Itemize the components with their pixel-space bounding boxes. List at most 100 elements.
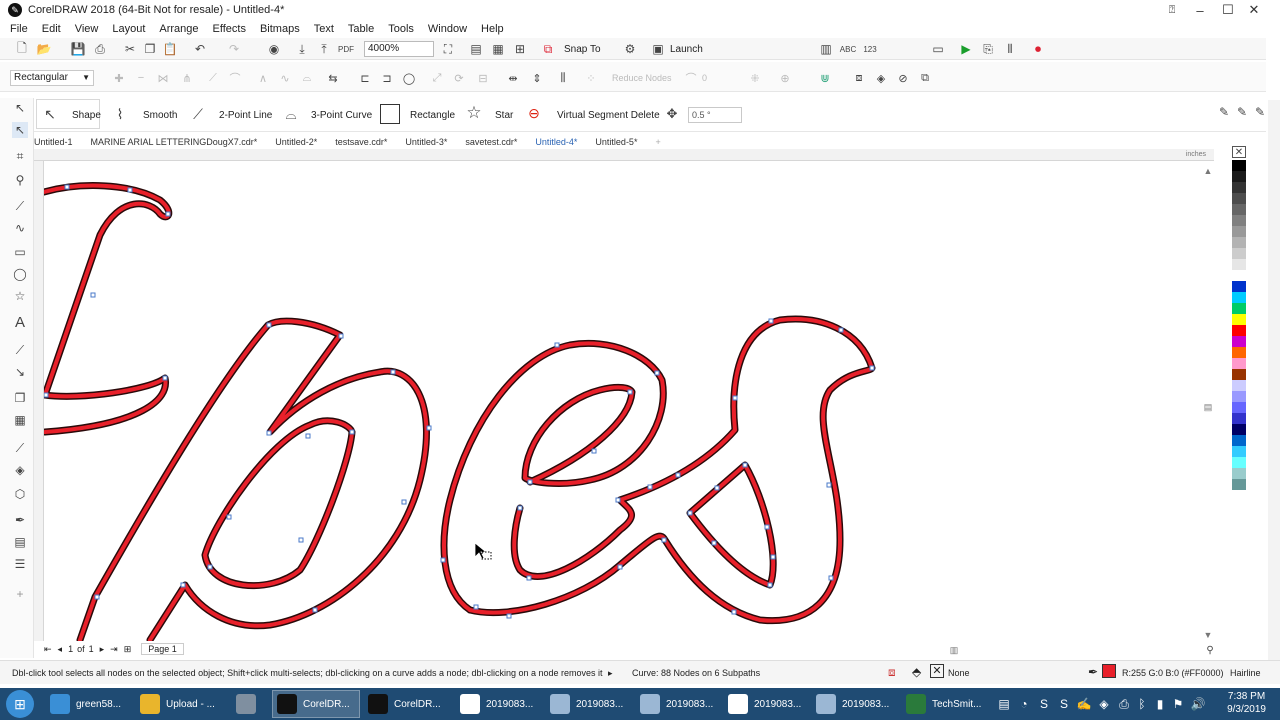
curve-node[interactable] — [828, 575, 834, 581]
curve-node[interactable] — [661, 537, 667, 543]
virtual-segment-delete-icon[interactable]: ⊖ — [526, 105, 542, 121]
first-page-icon[interactable]: ⇤ — [44, 644, 52, 655]
drawing-canvas[interactable] — [44, 161, 1214, 641]
curve-node[interactable] — [591, 448, 597, 454]
palette-swatch[interactable] — [1232, 270, 1246, 281]
align-nodes-icon[interactable]: ⊟ — [476, 71, 490, 85]
taskbar-item[interactable]: CorelDR... — [364, 690, 452, 718]
palette-swatch[interactable] — [1232, 160, 1246, 171]
curve-node[interactable] — [180, 582, 186, 588]
palette-swatch[interactable] — [1232, 347, 1246, 358]
bluetooth-icon[interactable]: ᛒ — [1134, 696, 1150, 712]
palette-swatch[interactable] — [1232, 424, 1246, 435]
tab-marine-arial[interactable]: MARINE ARIAL LETTERINGDougX7.cdr* — [91, 137, 258, 147]
curve-node[interactable] — [654, 370, 660, 376]
palette-swatch[interactable] — [1232, 226, 1246, 237]
palette-swatch[interactable] — [1232, 292, 1246, 303]
join-nodes-icon[interactable]: ⋈ — [156, 71, 170, 85]
launch-icon[interactable]: ▣ — [650, 41, 666, 57]
next-page-icon[interactable]: ▸ — [100, 644, 105, 655]
vertical-ruler[interactable] — [34, 161, 44, 641]
taskbar-item[interactable]: 2019083... — [724, 690, 810, 718]
palette-swatch[interactable] — [1232, 303, 1246, 314]
tray-icon-6[interactable]: ⎙ — [1116, 696, 1132, 712]
curve-node[interactable] — [869, 365, 875, 371]
palette-swatch[interactable] — [1232, 468, 1246, 479]
add-page-icon[interactable]: ⊞ — [124, 644, 132, 655]
drop-shadow-icon[interactable]: ❐ — [12, 390, 28, 406]
taskbar-item[interactable]: CorelDR... — [272, 690, 360, 718]
spell-check-icon[interactable]: ▥ — [818, 41, 834, 57]
zoom-navigator-icon[interactable]: ⚲ — [1202, 642, 1218, 658]
add-tab-icon[interactable]: + — [655, 137, 660, 147]
show-guidelines-icon[interactable]: ⊞ — [512, 41, 528, 57]
tray-icon-5[interactable]: ◈ — [1096, 696, 1112, 712]
curve-node[interactable] — [44, 392, 49, 398]
pen-tool-2-icon[interactable]: ✎ — [1234, 104, 1250, 120]
menu-tools[interactable]: Tools — [388, 23, 414, 35]
tray-icon-1[interactable]: ▤ — [996, 696, 1012, 712]
right-scrollbar[interactable] — [1268, 100, 1280, 660]
to-line-icon[interactable]: ⟋ — [206, 71, 220, 85]
curve-node[interactable] — [714, 485, 720, 491]
menu-table[interactable]: Table — [348, 23, 374, 35]
close-button[interactable]: ✕ — [1240, 0, 1268, 20]
extend-curve-icon[interactable]: ⊏ — [358, 71, 372, 85]
two-point-line-icon[interactable]: ⟋ — [190, 106, 206, 122]
selection-mode-dropdown[interactable]: Rectangular ▼ — [10, 70, 94, 86]
smooth-node-icon[interactable]: ∿ — [278, 71, 292, 85]
curve-node[interactable] — [527, 479, 533, 485]
outline-pen-icon[interactable]: ✒ — [12, 512, 28, 528]
corner-icon[interactable]: ⁜ — [748, 71, 762, 85]
menu-window[interactable]: Window — [428, 23, 467, 35]
curve-node[interactable] — [517, 505, 523, 511]
menu-layout[interactable]: Layout — [112, 23, 145, 35]
mesh-fill-icon[interactable]: ▤ — [12, 534, 28, 550]
pen-tool-icon[interactable]: ✎ — [1216, 104, 1232, 120]
trace-icon[interactable]: ⧈ — [852, 71, 866, 85]
star-tool-label[interactable]: Star — [495, 110, 513, 121]
rectangle-icon[interactable]: ▭ — [12, 244, 28, 260]
tab-untitled-2[interactable]: Untitled-2* — [275, 137, 317, 147]
taskbar-item[interactable]: green58... — [46, 690, 132, 718]
palette-swatch[interactable] — [1232, 358, 1246, 369]
minimize-button[interactable]: – — [1186, 0, 1214, 20]
taskbar-item[interactable]: TechSmit... — [902, 690, 988, 718]
curve-node[interactable] — [554, 342, 560, 348]
three-point-curve-icon[interactable]: ⌓ — [283, 106, 299, 122]
ellipse-icon[interactable]: ◯ — [12, 266, 28, 282]
cusp-node-icon[interactable]: ∧ — [256, 71, 270, 85]
numbers-icon[interactable]: 123 — [862, 41, 878, 57]
stretch-nodes-icon[interactable]: ⤢ — [430, 71, 444, 85]
select-all-nodes-icon[interactable]: ⁘ — [584, 71, 598, 85]
curve-node[interactable] — [90, 292, 96, 298]
to-curve-icon[interactable]: ⌒ — [228, 71, 242, 85]
no-color-swatch[interactable]: ✕ — [1232, 146, 1246, 158]
network-icon[interactable]: ▮ — [1152, 696, 1168, 712]
taskbar-item[interactable]: Upload - ... — [136, 690, 228, 718]
curve-node[interactable] — [770, 554, 776, 560]
reflect-horizontal-icon[interactable]: ⇹ — [506, 71, 520, 85]
tray-icon-4[interactable]: ✍ — [1076, 696, 1092, 712]
palette-swatch[interactable] — [1232, 248, 1246, 259]
redo-icon[interactable]: ↷ — [226, 41, 242, 57]
break-curve-icon[interactable]: ⋔ — [180, 71, 194, 85]
scroll-up-icon[interactable]: ▲ — [1200, 163, 1216, 179]
curve-node[interactable] — [742, 462, 748, 468]
curve-node[interactable] — [473, 604, 479, 610]
palette-swatch[interactable] — [1232, 479, 1246, 490]
record-macro-icon[interactable]: ⏺ — [1030, 41, 1046, 57]
palette-swatch[interactable] — [1232, 380, 1246, 391]
curve-node[interactable] — [731, 609, 737, 615]
paste-icon[interactable]: 📋 — [162, 41, 178, 57]
publish-pdf-icon[interactable]: PDF — [338, 41, 354, 57]
curve-node[interactable] — [226, 514, 232, 520]
curve-node[interactable] — [838, 327, 844, 333]
star-tool-icon[interactable]: ☆ — [466, 103, 482, 122]
new-document-icon[interactable]: 🗋 — [14, 41, 30, 57]
zoom-level-input[interactable]: 4000% — [364, 41, 434, 57]
palette-swatch[interactable] — [1232, 457, 1246, 468]
palette-swatch[interactable] — [1232, 171, 1246, 182]
palette-swatch[interactable] — [1232, 182, 1246, 193]
three-point-curve-label[interactable]: 3-Point Curve — [311, 110, 372, 121]
